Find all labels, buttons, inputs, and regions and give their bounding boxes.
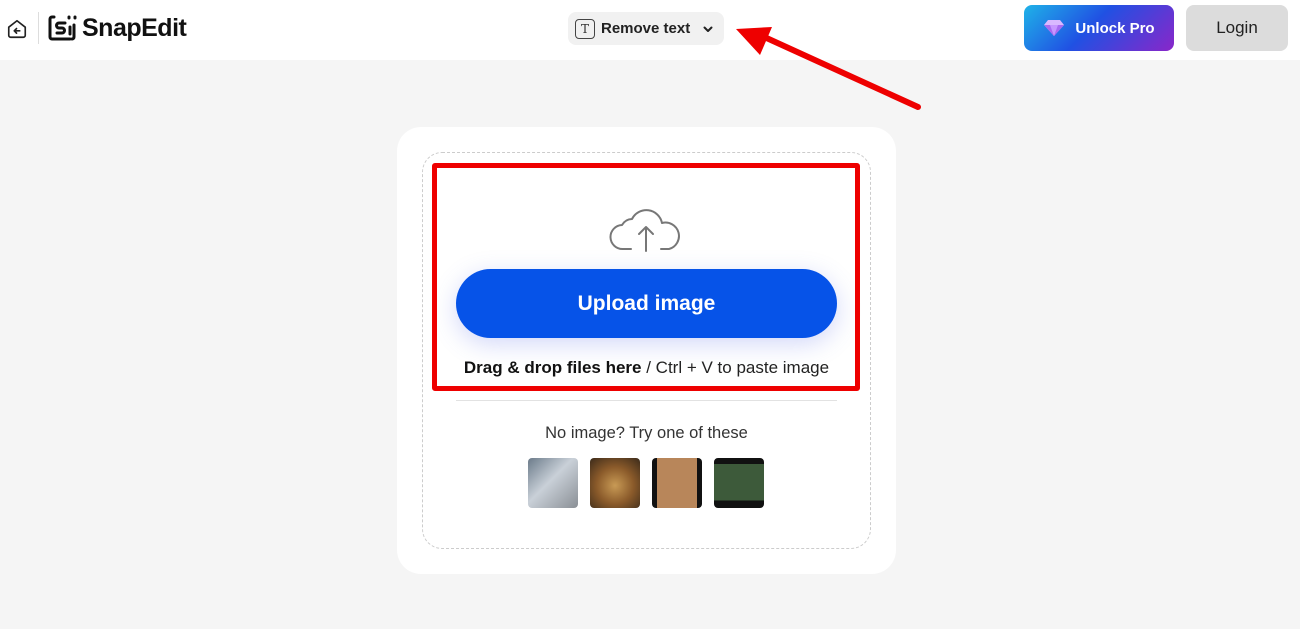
- logo-text: SnapEdit: [82, 13, 187, 42]
- sample-images: [528, 458, 764, 508]
- upload-image-button[interactable]: Upload image: [456, 269, 837, 338]
- snapedit-logo-icon: [48, 15, 77, 41]
- logo[interactable]: SnapEdit: [48, 13, 187, 43]
- header-divider: [38, 12, 39, 44]
- unlock-pro-button[interactable]: Unlock Pro: [1024, 5, 1174, 51]
- sample-street-sign[interactable]: [714, 458, 764, 508]
- tool-selector-label: Remove text: [601, 20, 691, 37]
- login-button[interactable]: Login: [1186, 5, 1288, 51]
- drag-drop-bold: Drag & drop files here: [463, 358, 642, 377]
- paste-hint: / Ctrl + V to paste image: [641, 358, 830, 377]
- sample-cat-box[interactable]: [590, 458, 640, 508]
- tool-selector-dropdown[interactable]: T Remove text: [568, 12, 724, 45]
- sample-book[interactable]: [528, 458, 578, 508]
- top-bar: SnapEdit T Remove text Unlock Pro Login: [0, 0, 1300, 60]
- upload-card: Upload image Drag & drop files here / Ct…: [397, 127, 896, 574]
- diamond-icon: [1044, 20, 1065, 36]
- text-t-icon: T: [575, 18, 595, 39]
- sample-person-sign[interactable]: [652, 458, 702, 508]
- home-back-icon[interactable]: [6, 18, 28, 40]
- chevron-down-icon: [703, 26, 713, 32]
- cloud-upload-icon: [609, 209, 680, 252]
- section-divider: [456, 400, 837, 401]
- drag-drop-hint: Drag & drop files here / Ctrl + V to pas…: [397, 358, 896, 378]
- unlock-pro-label: Unlock Pro: [1075, 19, 1155, 37]
- sample-prompt: No image? Try one of these: [545, 424, 748, 442]
